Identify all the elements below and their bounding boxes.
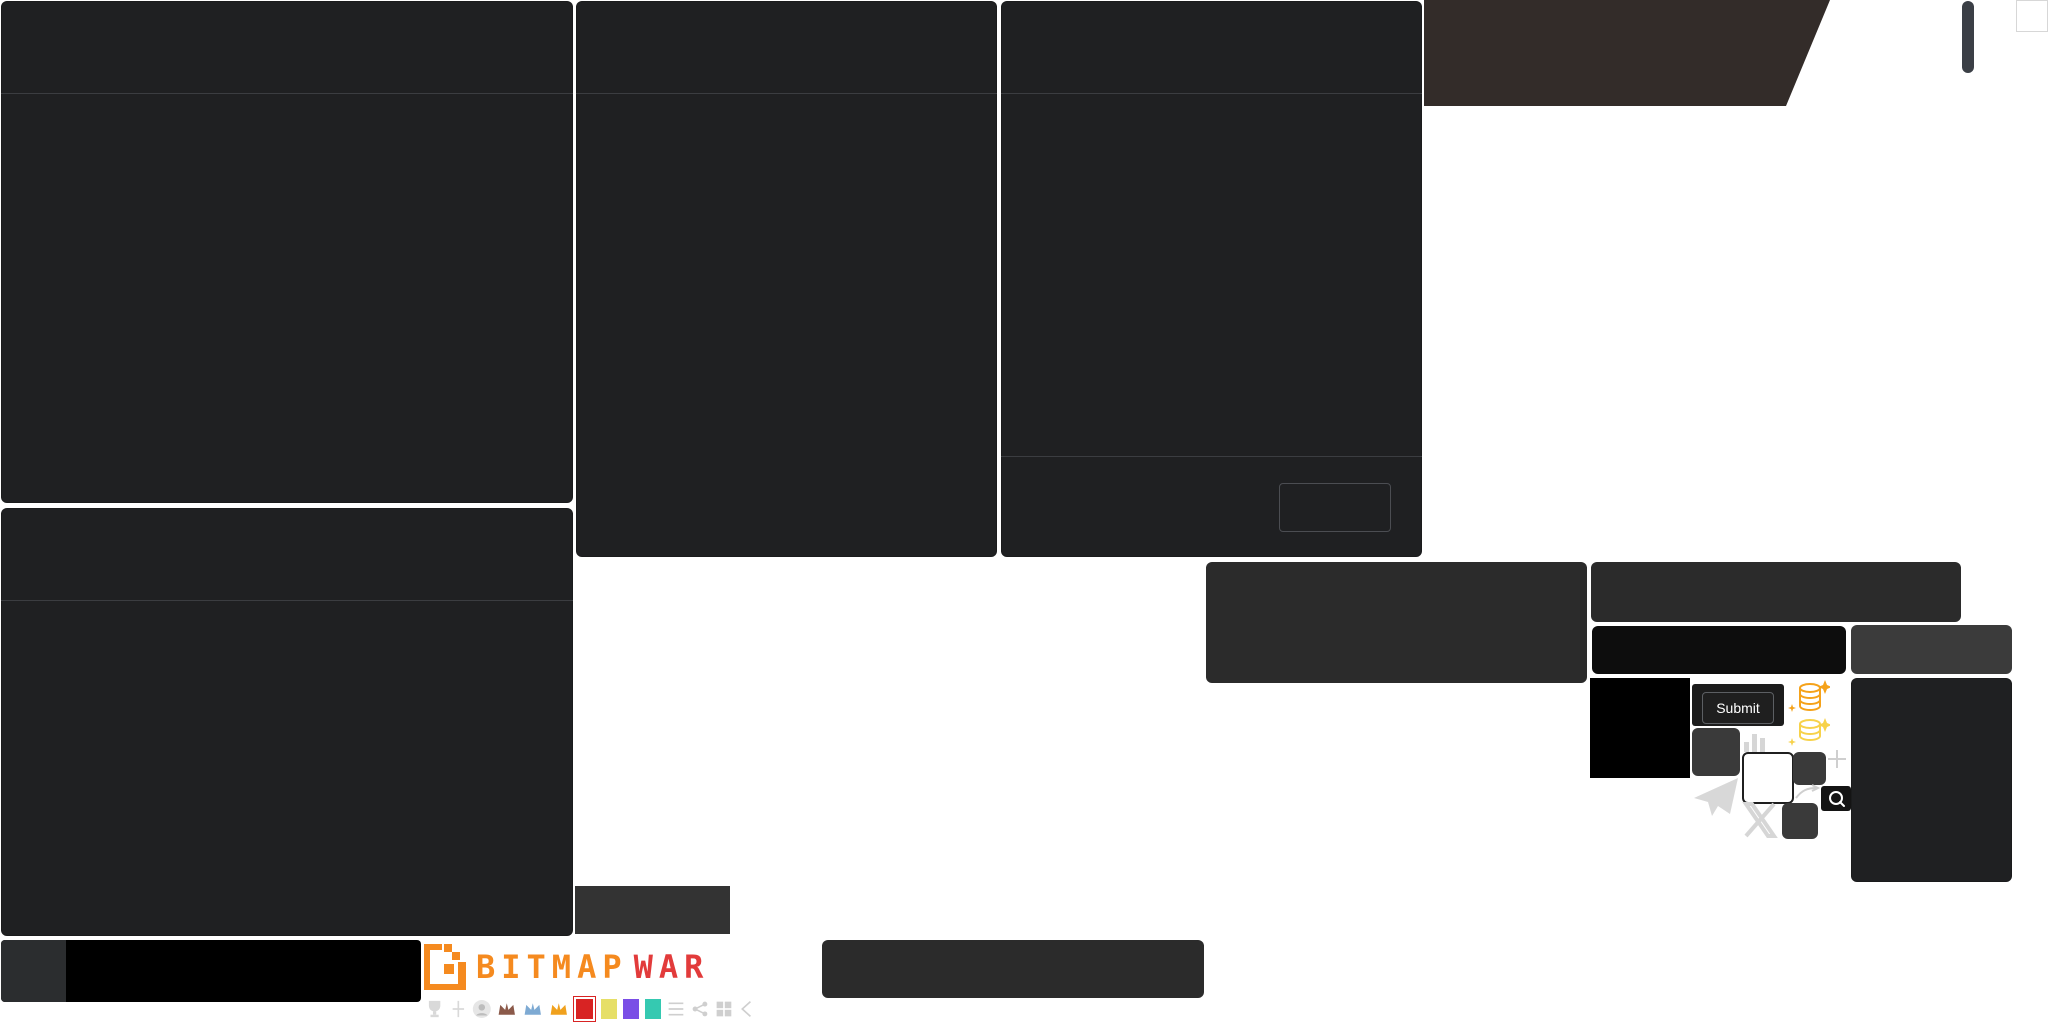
swatch-yellow[interactable] [600,999,617,1019]
logo-suffix: WAR [633,948,710,986]
search-icon [1829,791,1845,807]
empty-square [2016,0,2048,32]
logo-brand: BITMAP [476,948,628,986]
arrow-right-icon [1794,784,1821,802]
toolbar-left [1,940,421,1002]
panel-header [576,1,997,94]
swatch-purple[interactable] [622,999,640,1019]
gray-tile [1692,728,1740,776]
panel-header [1,1,573,94]
swatch-red[interactable] [574,997,595,1021]
logo-mark-icon [424,944,466,990]
move-icon [452,1000,465,1018]
coins-yellow-icon [1784,716,1832,752]
swatch-teal[interactable] [645,999,662,1019]
panel-header [1001,1,1422,94]
scrollbar-thumb[interactable] [1962,1,1974,73]
trophy-icon [428,1000,441,1018]
panel-left-top [1,1,573,503]
grid-icon [716,1001,732,1017]
x-icon [1740,800,1780,840]
button-dark[interactable] [575,886,730,934]
card-bottom [822,940,1204,998]
paper-plane-icon [1692,776,1740,818]
banner-shape [1424,0,1830,106]
crown-silver-icon [524,1003,541,1015]
coins-orange-icon [1784,678,1832,718]
submit-button[interactable]: Submit [1702,692,1774,724]
footer-button[interactable] [1279,483,1391,532]
list-icon [669,1002,684,1016]
panel-left-bottom [1,508,573,936]
plus-icon[interactable] [1826,748,1848,770]
toolbar-left-tab[interactable] [1,940,66,1002]
card-wide [1591,562,1961,622]
panel-right [1001,1,1422,557]
icon-row [424,996,754,1022]
input-dark[interactable] [1592,626,1846,674]
share-icon [693,1001,708,1017]
logo: BITMAP WAR [422,938,820,996]
card-large [1206,562,1587,683]
button-gray[interactable] [1851,625,2012,674]
small-gray-tile-b [1782,803,1818,839]
black-square [1590,678,1690,778]
bar-chart-icon [1742,728,1772,752]
chevron-left-icon[interactable] [739,998,754,1020]
logo-text: BITMAP WAR [476,948,709,986]
panel-header [1,508,573,601]
crown-gold-icon [550,1003,567,1015]
search-chip[interactable] [1821,786,1851,811]
submit-label: Submit [1716,700,1760,716]
panel-middle [576,1,997,557]
avatar-icon [472,1000,491,1018]
crown-bronze-icon [499,1003,516,1015]
small-gray-tile-a [1793,752,1826,785]
panel-small [1851,678,2012,882]
white-tile[interactable] [1742,752,1794,804]
